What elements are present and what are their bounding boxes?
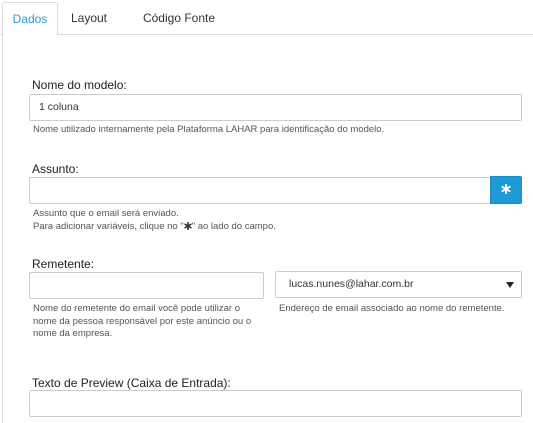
subject-input[interactable]	[29, 177, 491, 204]
tab-layout[interactable]: Layout	[60, 2, 118, 36]
asterisk-icon	[501, 181, 511, 199]
caret-down-icon	[506, 282, 514, 288]
asterisk-icon	[184, 221, 192, 232]
subject-help-line1: Assunto que o email será enviado.	[33, 208, 179, 219]
tab-dados[interactable]: Dados	[2, 2, 58, 36]
sender-name-help: Nome do remetente do email você pode uti…	[33, 303, 251, 341]
tab-bar: Dados Layout Código Fonte	[0, 0, 533, 36]
model-name-input[interactable]: 1 coluna	[29, 94, 522, 121]
sender-name-help-line: Nome do remetente do email você pode uti…	[33, 303, 241, 314]
preview-label: Texto de Preview (Caixa de Entrada):	[32, 376, 231, 390]
subject-label: Assunto:	[32, 162, 79, 176]
sender-name-help-line: nome da pessoa responsável por este anún…	[33, 315, 252, 327]
sender-label: Remetente:	[32, 257, 95, 271]
add-variable-button[interactable]	[490, 176, 522, 204]
sender-name-help-line: nome da empresa.	[33, 328, 113, 339]
subject-help: Assunto que o email será enviado. Para a…	[33, 208, 276, 233]
subject-help-text-after: " ao lado do campo.	[191, 220, 276, 232]
model-name-help: Nome utilizado internamente pela Platafo…	[33, 124, 385, 135]
subject-help-text-before: Para adicionar variáveis, clique no "	[33, 220, 184, 232]
subject-help-line2: Para adicionar variáveis, clique no " " a…	[33, 221, 276, 234]
sender-email-select[interactable]: lucas.nunes@lahar.com.br	[275, 271, 522, 298]
tab-codigo-fonte[interactable]: Código Fonte	[120, 2, 238, 36]
model-name-label: Nome do modelo:	[32, 78, 127, 92]
sender-name-input[interactable]	[29, 272, 264, 299]
sender-email-help: Endereço de email associado ao nome do r…	[279, 303, 505, 314]
preview-text-input[interactable]	[29, 390, 522, 417]
sender-email-value: lucas.nunes@lahar.com.br	[289, 278, 414, 290]
